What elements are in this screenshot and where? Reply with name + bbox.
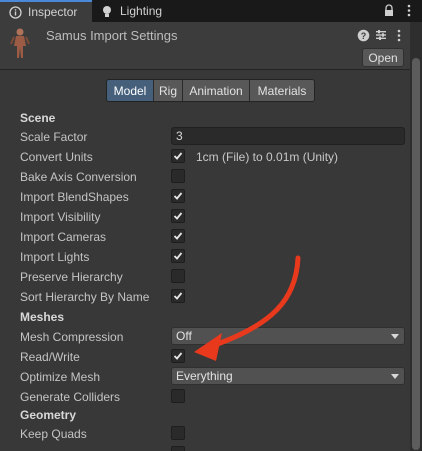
- sort-hierarchy-label: Sort Hierarchy By Name: [20, 290, 150, 304]
- import-lights-checkbox[interactable]: [171, 249, 185, 263]
- import-blendshapes-label: Import BlendShapes: [20, 190, 129, 204]
- scrollbar-thumb[interactable]: [412, 58, 420, 450]
- asset-title: Samus Import Settings: [46, 28, 178, 43]
- tab-lighting[interactable]: Lighting: [92, 0, 190, 22]
- import-lights-label: Import Lights: [20, 250, 90, 264]
- checkmark-icon: [173, 292, 183, 300]
- model-thumbnail-icon: [6, 26, 34, 62]
- svg-text:?: ?: [360, 31, 366, 41]
- import-blendshapes-checkbox[interactable]: [171, 189, 185, 203]
- settings-sliders-icon[interactable]: [374, 28, 388, 42]
- next-row-checkbox[interactable]: [171, 446, 185, 451]
- checkmark-icon: [173, 352, 183, 360]
- tab-inspector-label: Inspector: [28, 5, 78, 19]
- tab-animation[interactable]: Animation: [183, 80, 250, 101]
- section-scene: Scene: [20, 111, 56, 125]
- mesh-compression-label: Mesh Compression: [20, 330, 124, 344]
- keep-quads-label: Keep Quads: [20, 427, 87, 441]
- import-cameras-checkbox[interactable]: [171, 229, 185, 243]
- checkmark-icon: [173, 252, 183, 260]
- importer-tabs: Model Rig Animation Materials: [106, 79, 315, 102]
- optimize-mesh-value: Everything: [176, 369, 233, 383]
- section-geometry: Geometry: [20, 408, 77, 422]
- scale-factor-label: Scale Factor: [20, 130, 88, 144]
- checkmark-icon: [173, 232, 183, 240]
- inspector-header: Samus Import Settings ? Open: [0, 22, 410, 70]
- mesh-compression-value: Off: [176, 329, 192, 343]
- checkmark-icon: [173, 152, 183, 160]
- import-visibility-label: Import Visibility: [20, 210, 101, 224]
- scrollbar[interactable]: [410, 22, 422, 451]
- chevron-down-icon: [391, 334, 399, 339]
- import-visibility-checkbox[interactable]: [171, 209, 185, 223]
- sort-hierarchy-checkbox[interactable]: [171, 289, 185, 303]
- tab-lighting-label: Lighting: [120, 4, 163, 18]
- keep-quads-checkbox[interactable]: [171, 426, 185, 440]
- optimize-mesh-dropdown[interactable]: Everything: [171, 367, 405, 385]
- kebab-menu-icon[interactable]: [392, 28, 406, 42]
- read-write-label: Read/Write: [20, 350, 80, 364]
- lock-icon[interactable]: [382, 3, 396, 17]
- lightbulb-icon: [100, 4, 114, 18]
- open-button[interactable]: Open: [362, 48, 404, 67]
- window-tab-bar: Inspector Lighting: [0, 0, 422, 22]
- bake-axis-label: Bake Axis Conversion: [20, 170, 137, 184]
- optimize-mesh-label: Optimize Mesh: [20, 370, 101, 384]
- info-icon: [8, 5, 22, 19]
- section-meshes: Meshes: [20, 310, 65, 324]
- convert-units-note: 1cm (File) to 0.01m (Unity): [196, 150, 339, 164]
- scale-factor-input[interactable]: 3: [171, 127, 405, 145]
- chevron-down-icon: [391, 374, 399, 379]
- convert-units-label: Convert Units: [20, 150, 93, 164]
- preserve-hierarchy-checkbox[interactable]: [171, 269, 185, 283]
- bake-axis-checkbox[interactable]: [171, 169, 185, 183]
- generate-colliders-checkbox[interactable]: [171, 389, 185, 403]
- help-icon[interactable]: ?: [356, 28, 370, 42]
- tab-model[interactable]: Model: [107, 80, 154, 101]
- checkmark-icon: [173, 212, 183, 220]
- tab-inspector[interactable]: Inspector: [0, 0, 92, 22]
- tab-materials[interactable]: Materials: [250, 80, 314, 101]
- convert-units-checkbox[interactable]: [171, 149, 185, 163]
- mesh-compression-dropdown[interactable]: Off: [171, 327, 405, 345]
- checkmark-icon: [173, 192, 183, 200]
- generate-colliders-label: Generate Colliders: [20, 390, 121, 404]
- kebab-menu-icon[interactable]: [402, 3, 416, 17]
- read-write-checkbox[interactable]: [171, 349, 185, 363]
- tab-rig[interactable]: Rig: [154, 80, 183, 101]
- import-cameras-label: Import Cameras: [20, 230, 107, 244]
- preserve-hierarchy-label: Preserve Hierarchy: [20, 270, 123, 284]
